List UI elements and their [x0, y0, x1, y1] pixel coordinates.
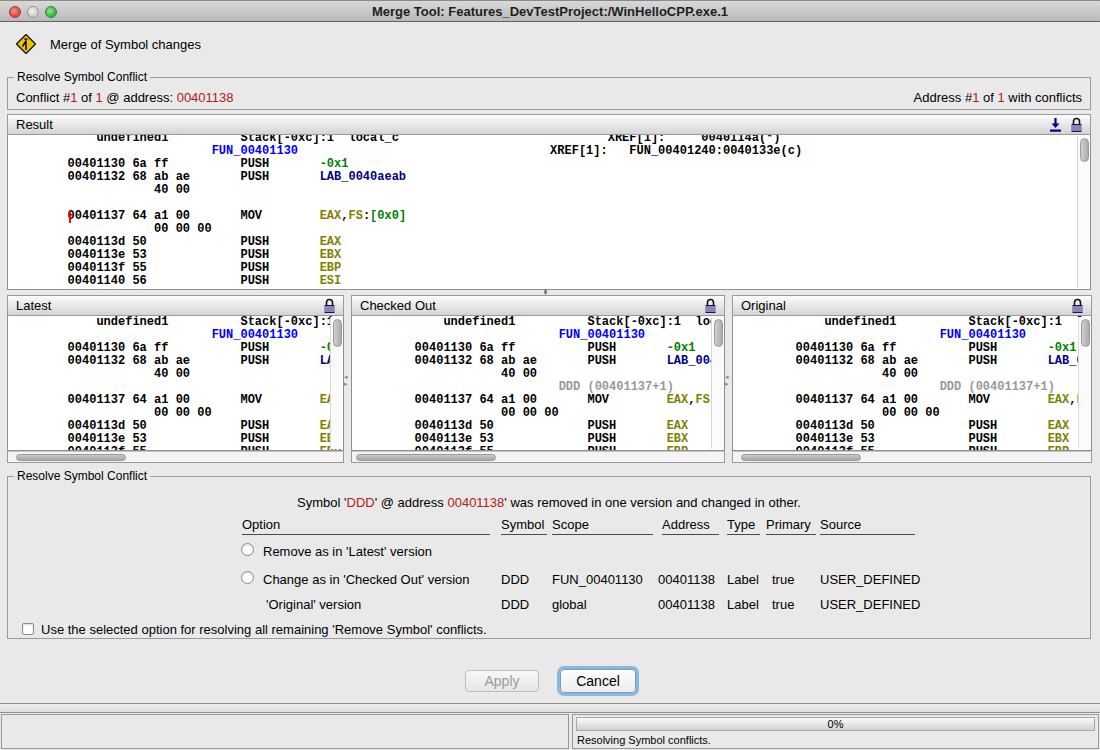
column-header-type: Type: [727, 517, 755, 532]
status-area-right: 0% Resolving Symbol conflicts.: [572, 714, 1099, 749]
merge-sign-icon: [16, 34, 36, 54]
option-original-primary: true: [772, 597, 794, 612]
address-counter: Address #1 of 1 with conflicts: [914, 90, 1082, 105]
option-change-symbol: DDD: [501, 572, 529, 587]
result-panel: Result undefined1 Stack[-0xc]:1 local_c: [7, 114, 1091, 290]
original-listing[interactable]: undefined1 Stack[-0xc]:1 local_c XREF[1]…: [732, 316, 1092, 451]
option-remove-latest-label: Remove as in 'Latest' version: [263, 544, 432, 559]
column-header-scope: Scope: [552, 517, 589, 532]
radio-remove-latest[interactable]: [241, 543, 254, 556]
titlebar: Merge Tool: Features_DevTestProject:/Win…: [0, 0, 1100, 22]
original-panel-header: Original: [732, 295, 1092, 316]
latest-horizontal-scrollbar[interactable]: [7, 451, 344, 463]
option-change-primary: true: [772, 572, 794, 587]
apply-to-all-checkbox[interactable]: [22, 623, 34, 635]
resolve-groupbox: Resolve Symbol Conflict Symbol 'DDD' @ a…: [7, 476, 1091, 639]
checked-out-panel: Checked Out undefined1 Stack[-0xc]:1 loc…: [351, 295, 725, 463]
option-change-scope: FUN_00401130: [552, 572, 643, 587]
latest-panel-title: Latest: [16, 298, 51, 313]
apply-button[interactable]: Apply: [465, 670, 539, 692]
merge-header-label: Merge of Symbol changes: [50, 37, 201, 52]
latest-vertical-scrollbar[interactable]: [330, 317, 343, 449]
lock-icon[interactable]: [323, 298, 336, 314]
column-header-option: Option: [242, 517, 280, 532]
result-panel-title: Result: [16, 117, 53, 132]
checked-out-panel-header: Checked Out: [351, 295, 725, 316]
conflict-counter: Conflict #1 of 1 @ address: 00401138: [16, 90, 234, 105]
merge-header: Merge of Symbol changes: [16, 34, 201, 54]
conflict-groupbox-title: Resolve Symbol Conflict: [14, 70, 150, 84]
column-header-primary: Primary: [766, 517, 811, 532]
close-button[interactable]: [9, 6, 21, 18]
checked-out-panel-title: Checked Out: [360, 298, 436, 313]
column-header-source: Source: [820, 517, 861, 532]
column-header-symbol: Symbol: [501, 517, 544, 532]
conflict-groupbox: Resolve Symbol Conflict Conflict #1 of 1…: [7, 77, 1091, 110]
apply-to-all-label: Use the selected option for resolving al…: [41, 622, 487, 637]
status-message: Resolving Symbol conflicts.: [577, 734, 711, 746]
latest-panel: Latest undefined1 Stack[-0xc]:1 local_c …: [7, 295, 344, 463]
result-listing[interactable]: undefined1 Stack[-0xc]:1 local_c XREF[1]…: [7, 135, 1091, 290]
option-change-source: USER_DEFINED: [820, 572, 920, 587]
original-vertical-scrollbar[interactable]: [1078, 317, 1091, 449]
result-vertical-scrollbar[interactable]: [1077, 136, 1090, 288]
option-change-address: 00401138: [658, 572, 715, 587]
listing-cursor: [69, 210, 71, 223]
conflict-description: Symbol 'DDD' @ address 00401138' was rem…: [8, 495, 1090, 510]
zoom-button[interactable]: [45, 6, 57, 18]
option-original-type: Label: [727, 597, 759, 612]
result-panel-header: Result: [7, 114, 1091, 135]
status-area-left: [1, 714, 569, 749]
checked-out-listing[interactable]: undefined1 Stack[-0xc]:1 local_c XREF[1]…: [351, 316, 725, 451]
option-original-label: 'Original' version: [266, 597, 361, 612]
cancel-button[interactable]: Cancel: [560, 669, 636, 693]
bottom-divider: [0, 703, 1100, 713]
column-header-address: Address: [662, 517, 710, 532]
option-original-symbol: DDD: [501, 597, 529, 612]
window-title: Merge Tool: Features_DevTestProject:/Win…: [0, 1, 1100, 22]
lock-icon[interactable]: [1071, 298, 1084, 314]
original-panel: Original undefined1 Stack[-0xc]:1 local_…: [732, 295, 1092, 463]
lock-icon[interactable]: [1070, 117, 1083, 133]
option-original-scope: global: [552, 597, 587, 612]
minimize-button[interactable]: [27, 6, 39, 18]
resolve-groupbox-title: Resolve Symbol Conflict: [14, 469, 150, 483]
lock-icon[interactable]: [704, 298, 717, 314]
latest-listing[interactable]: undefined1 Stack[-0xc]:1 local_c XREF[1]…: [7, 316, 344, 451]
original-panel-title: Original: [741, 298, 786, 313]
option-original-address: 00401138: [658, 597, 715, 612]
original-horizontal-scrollbar[interactable]: [732, 451, 1092, 463]
splitter-latest-checked[interactable]: ◂▸: [344, 295, 351, 465]
checked-out-horizontal-scrollbar[interactable]: [351, 451, 725, 463]
latest-panel-header: Latest: [7, 295, 344, 316]
option-change-label: Change as in 'Checked Out' version: [263, 572, 470, 587]
progress-bar: 0%: [576, 717, 1095, 731]
splitter-checked-original[interactable]: ◂▸: [725, 295, 732, 465]
goto-arrow-icon[interactable]: [1048, 117, 1063, 133]
checked-out-vertical-scrollbar[interactable]: [711, 317, 724, 449]
option-change-type: Label: [727, 572, 759, 587]
radio-change-checked-out[interactable]: [241, 571, 254, 584]
option-original-source: USER_DEFINED: [820, 597, 920, 612]
